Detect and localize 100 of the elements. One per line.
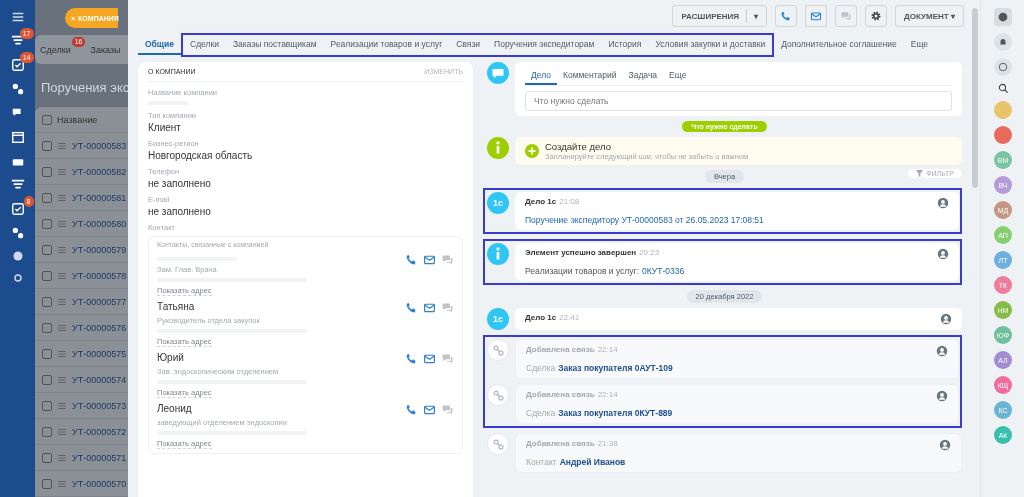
- calendar-icon: [10, 130, 25, 144]
- row-link[interactable]: УТ-00000572: [72, 426, 127, 437]
- event-title: Добавлена связь 21:38: [526, 439, 618, 450]
- mail-icon: [423, 301, 436, 314]
- user-icon: [939, 439, 951, 451]
- user-icon: [936, 345, 948, 357]
- checkbox[interactable]: [42, 270, 52, 281]
- event-link[interactable]: 0КУТ-0336: [642, 266, 685, 276]
- checkbox[interactable]: [42, 478, 52, 489]
- drag-icon: [57, 192, 67, 203]
- row-link[interactable]: УТ-00000577: [72, 296, 127, 307]
- tab[interactable]: Реализации товаров и услуг: [323, 35, 450, 55]
- checkbox[interactable]: [42, 400, 52, 411]
- checkbox[interactable]: [42, 296, 52, 307]
- field-value: Новгородская область: [148, 150, 254, 161]
- event-link[interactable]: Заказ покупателя 0КУТ-889: [558, 408, 673, 418]
- checkbox[interactable]: [42, 244, 52, 255]
- drag-icon: [57, 218, 67, 229]
- contact-name[interactable]: Юрий: [157, 352, 307, 363]
- phone-icon: [405, 352, 418, 365]
- user-icon: [937, 248, 949, 260]
- drag-icon: [57, 166, 67, 177]
- notifications-button[interactable]: [994, 33, 1012, 51]
- menu-icon: [10, 10, 25, 24]
- composer-tab[interactable]: Комментарий: [557, 67, 623, 85]
- call-button[interactable]: [775, 5, 798, 27]
- tab[interactable]: Дополнительное соглашение: [774, 35, 904, 55]
- composer-tab[interactable]: Еще: [663, 67, 693, 85]
- todo-input[interactable]: Что нужно сделать: [525, 91, 952, 111]
- drag-icon: [57, 270, 67, 281]
- row-link[interactable]: УТ-00000570: [72, 478, 127, 489]
- checkbox[interactable]: [42, 426, 52, 437]
- event-title: Добавлена связь 22:14: [526, 390, 618, 401]
- link-icon: [491, 343, 505, 357]
- contact-name[interactable]: Татьяна: [157, 301, 307, 312]
- row-link[interactable]: УТ-00000583: [72, 140, 127, 151]
- checkbox[interactable]: [42, 322, 52, 333]
- field-value: не заполнено: [148, 178, 212, 189]
- list-tab[interactable]: Заказы: [90, 44, 121, 55]
- extensions-button[interactable]: РАСШИРЕНИЯ ▾: [672, 5, 768, 27]
- row-link[interactable]: УТ-00000571: [72, 452, 127, 463]
- settings-button[interactable]: [865, 5, 888, 27]
- avatar[interactable]: [994, 126, 1012, 144]
- tab[interactable]: Еще: [903, 35, 936, 55]
- event-label: Контакт: [526, 457, 557, 467]
- list-tab[interactable]: Сделки: [40, 44, 71, 55]
- avatar[interactable]: [994, 101, 1012, 119]
- tab[interactable]: Сделки: [183, 35, 226, 55]
- field-value: Клиент: [148, 122, 182, 133]
- drag-icon: [57, 140, 67, 151]
- checkbox[interactable]: [42, 374, 52, 385]
- mail-icon: [810, 10, 823, 22]
- document-button[interactable]: ДОКУМЕНТ ▾: [895, 5, 964, 27]
- tab[interactable]: История: [601, 35, 649, 55]
- user-icon: [937, 197, 949, 209]
- row-link[interactable]: УТ-00000581: [72, 192, 127, 203]
- event-link[interactable]: Андрей Иванов: [559, 457, 626, 467]
- contact-name[interactable]: Леонид: [157, 403, 307, 414]
- row-link[interactable]: УТ-00000575: [72, 348, 127, 359]
- row-link[interactable]: УТ-00000576: [72, 322, 127, 333]
- tab[interactable]: Связи: [449, 35, 488, 55]
- tab[interactable]: Общие: [138, 35, 181, 55]
- task-icon: [10, 58, 25, 72]
- checkbox[interactable]: [42, 452, 52, 463]
- row-link[interactable]: УТ-00000578: [72, 270, 127, 281]
- drag-icon: [57, 296, 67, 307]
- event-link[interactable]: Заказ покупателя 0АУТ-109: [558, 363, 673, 373]
- phone-icon: [405, 253, 418, 266]
- link-icon: [491, 388, 505, 402]
- drag-icon: [57, 374, 67, 385]
- tab[interactable]: Поручения экспедиторам: [487, 35, 602, 55]
- composer-tab[interactable]: Задача: [622, 67, 664, 85]
- checkbox[interactable]: [42, 218, 52, 229]
- page-title: Поручения экс: [41, 80, 128, 95]
- row-link[interactable]: УТ-00000582: [72, 166, 127, 177]
- composer-tab[interactable]: Дело: [525, 67, 557, 85]
- checkbox[interactable]: [42, 348, 52, 359]
- event-label: Реализации товаров и услуг:: [525, 266, 639, 276]
- row-link[interactable]: УТ-00000574: [72, 374, 127, 385]
- filter-icon: [10, 34, 25, 48]
- event-title: Добавлена связь 22:14: [526, 345, 618, 356]
- row-link[interactable]: УТ-00000580: [72, 218, 127, 229]
- drag-icon: [57, 426, 67, 437]
- phone-icon: [405, 403, 418, 416]
- checkbox[interactable]: [42, 192, 52, 203]
- phone-icon: [780, 10, 793, 22]
- user-icon: [936, 390, 948, 402]
- event-link[interactable]: Поручение экспедитору УТ-00000583 от 26.05.2023 17:08:51: [525, 215, 764, 225]
- drag-icon: [57, 452, 67, 463]
- checkbox[interactable]: [42, 166, 52, 177]
- checkbox[interactable]: [42, 114, 52, 125]
- row-link[interactable]: УТ-00000579: [72, 244, 127, 255]
- tab[interactable]: Условия закупки и доставки: [648, 35, 773, 55]
- checkbox[interactable]: [42, 140, 52, 151]
- event-title: Дело 1с 21:08: [525, 197, 580, 208]
- tab[interactable]: Заказы поставщикам: [226, 35, 324, 55]
- mail-button[interactable]: [805, 5, 828, 27]
- logo-badge: 1с: [487, 192, 509, 214]
- row-link[interactable]: УТ-00000573: [72, 400, 127, 411]
- scrollbar-thumb[interactable]: [972, 8, 978, 188]
